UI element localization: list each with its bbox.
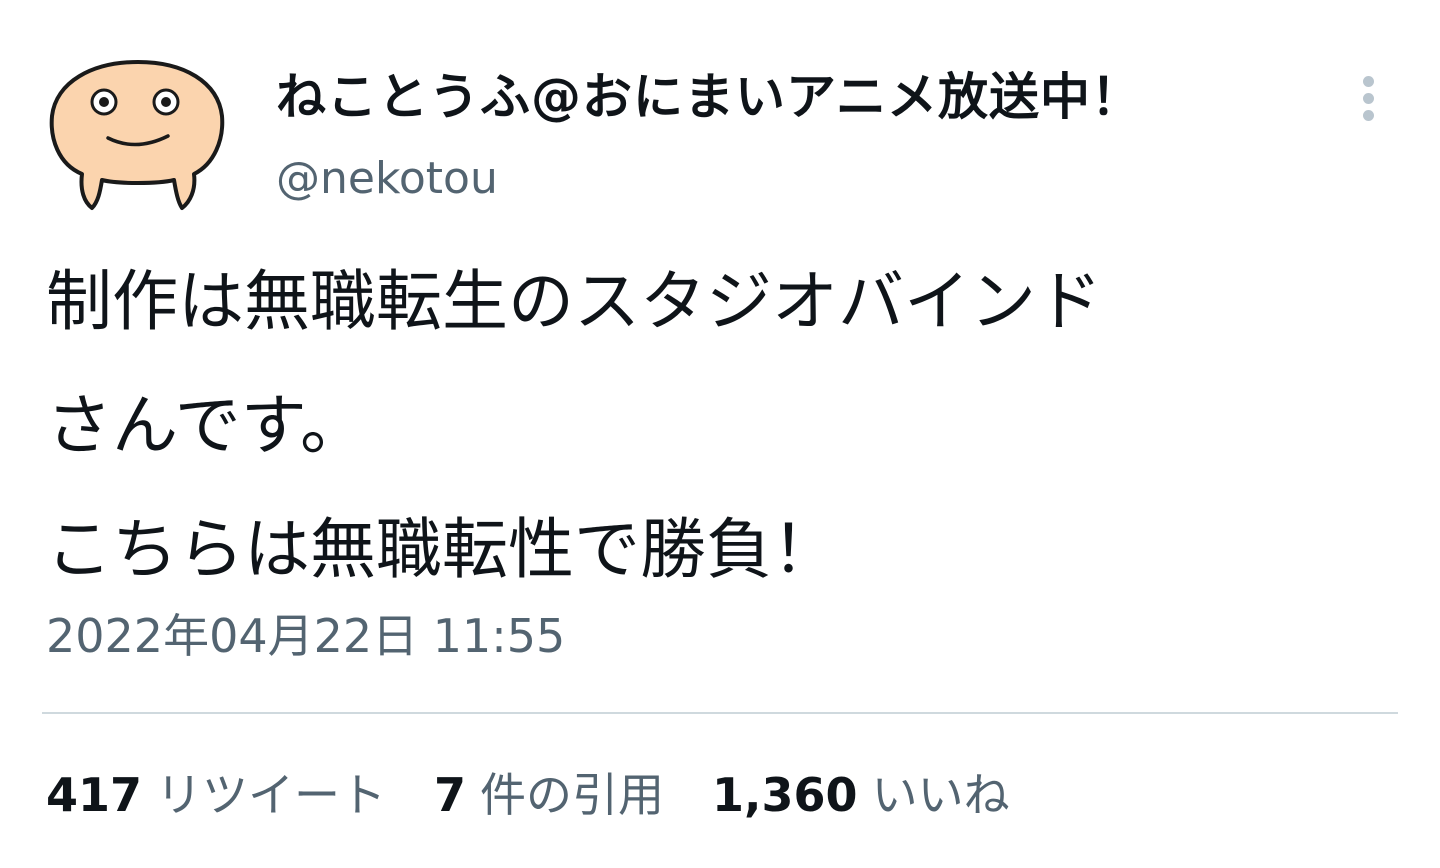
tweet-stats: 417 リツイート 7 件の引用 1,360 いいね bbox=[46, 760, 1058, 824]
tweet-text: 制作は無職転生のスタジオバインド さんです。 こちらは無職転性で勝負！ bbox=[46, 240, 1406, 612]
divider bbox=[42, 712, 1398, 714]
tweet-timestamp[interactable]: 2022年04月22日 11:55 bbox=[46, 604, 565, 668]
tweet-text-line: さんです。 bbox=[46, 387, 367, 464]
more-options-button[interactable] bbox=[1346, 66, 1394, 130]
more-vertical-icon-dot bbox=[1363, 93, 1374, 104]
display-name[interactable]: ねことうふ@おにまいアニメ放送中！ bbox=[276, 62, 1142, 132]
likes-label: いいね bbox=[871, 768, 1010, 822]
user-handle[interactable]: @nekotou bbox=[276, 148, 498, 210]
likes-count: 1,360 bbox=[712, 768, 858, 822]
retweets-label: リツイート bbox=[156, 768, 387, 822]
quotes-stat[interactable]: 7 件の引用 bbox=[434, 759, 664, 825]
more-vertical-icon bbox=[1363, 76, 1374, 87]
likes-stat[interactable]: 1,360 いいね bbox=[712, 759, 1010, 825]
quotes-count: 7 bbox=[434, 768, 467, 822]
tweet-text-line: 制作は無職転生のスタジオバインド bbox=[46, 263, 1102, 340]
retweets-stat[interactable]: 417 リツイート bbox=[46, 759, 386, 825]
retweets-count: 417 bbox=[46, 768, 143, 822]
tweet-card: ねことうふ@おにまいアニメ放送中！ @nekotou 制作は無職転生のスタジオバ… bbox=[0, 0, 1440, 868]
quotes-label: 件の引用 bbox=[480, 768, 665, 822]
avatar[interactable] bbox=[46, 52, 230, 222]
more-vertical-icon-dot bbox=[1363, 110, 1374, 121]
tweet-text-line: こちらは無職転性で勝負！ bbox=[46, 511, 838, 588]
